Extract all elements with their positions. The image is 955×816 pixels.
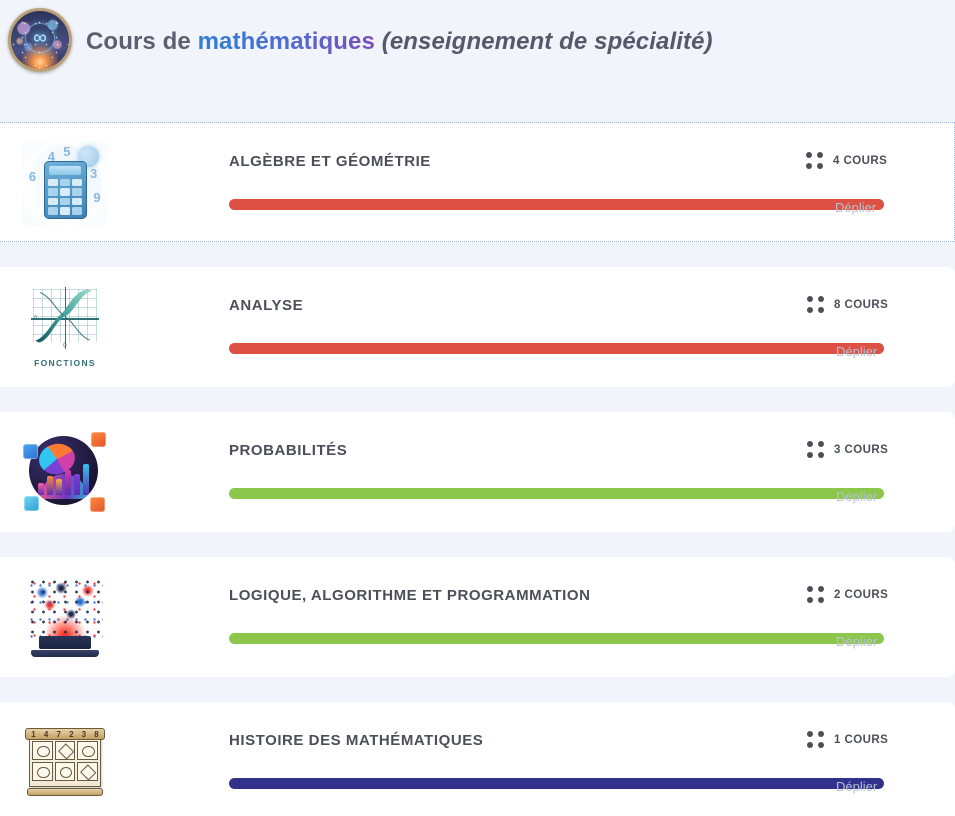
icon-caption: FONCTIONS — [34, 358, 96, 368]
grid-dots-icon — [807, 586, 824, 603]
course-count-label: 3 COURS — [834, 443, 889, 456]
course-section-meta: 8 COURS Déplier — [780, 267, 955, 387]
pie-chart-dice-art — [22, 429, 108, 515]
page-title: Cours de mathématiques (enseignement de … — [86, 26, 713, 57]
course-section-body: LOGIQUE, ALGORITHME ET PROGRAMMATION — [108, 557, 884, 677]
course-section-row[interactable]: 1 4 7 2 3 8 HISTOIRE DES MATHÉMATIQUES 1 COURS D… — [0, 702, 955, 816]
infinity-glyph: ∞ — [33, 27, 47, 49]
calculator-night-icon: 45639 — [22, 140, 108, 226]
course-count-label: 2 COURS — [834, 588, 889, 601]
course-count-label: 1 COURS — [834, 733, 889, 746]
expand-link[interactable]: Déplier — [836, 634, 877, 649]
expand-link[interactable]: Déplier — [836, 779, 877, 794]
pie-chart-dice-icon — [22, 429, 108, 515]
page-title-accent: mathématiques — [197, 28, 375, 55]
grid-dots-icon — [807, 296, 824, 313]
laptop-burst-icon — [22, 574, 108, 660]
course-section-row[interactable]: PROBABILITÉS 3 COURS Déplier — [0, 412, 955, 532]
expand-link[interactable]: Déplier — [835, 200, 876, 215]
course-section-meta: 3 COURS Déplier — [780, 412, 955, 532]
grid-dots-icon — [807, 441, 824, 458]
course-section-title: PROBABILITÉS — [229, 442, 348, 459]
grid-dots-icon — [806, 152, 823, 169]
ancient-scroll-art: 147238 — [22, 719, 108, 805]
grid-dots-icon — [807, 731, 824, 748]
ancient-scroll-icon: 147238 — [22, 719, 108, 805]
laptop-burst-art — [22, 574, 108, 660]
course-section-title: HISTOIRE DES MATHÉMATIQUES — [229, 732, 484, 749]
page-title-suffix: (enseignement de spécialité) — [374, 28, 713, 55]
course-section-meta: 1 COURS Déplier — [780, 702, 955, 816]
course-count-label: 8 COURS — [834, 298, 889, 311]
course-count: 4 COURS — [806, 152, 887, 169]
function-curve-icon: 0 0 FONCTIONS — [22, 284, 108, 370]
course-section-title: ALGÈBRE ET GÉOMÉTRIE — [229, 153, 431, 170]
calculator-night-art: 45639 — [22, 140, 108, 226]
course-section-body: PROBABILITÉS — [108, 412, 884, 532]
course-section-meta: 4 COURS Déplier — [779, 123, 954, 241]
page-title-prefix: Cours de — [86, 28, 198, 55]
cosmic-infinity-icon: ∞ — [8, 8, 72, 72]
course-section-row[interactable]: 0 0 FONCTIONS ANALYSE 8 COURS Déplier — [0, 267, 955, 387]
expand-link[interactable]: Déplier — [836, 489, 877, 504]
course-section-list: 4 5 6 3 9 ALGÈBRE ET GÉOMÉTRIE 4 COURS Déplier 0… — [0, 122, 955, 816]
course-count: 1 COURS — [807, 731, 888, 748]
course-count: 2 COURS — [807, 586, 888, 603]
course-section-body: HISTOIRE DES MATHÉMATIQUES — [108, 702, 884, 816]
course-count-label: 4 COURS — [833, 154, 888, 167]
course-section-title: LOGIQUE, ALGORITHME ET PROGRAMMATION — [229, 587, 591, 604]
course-section-body: ALGÈBRE ET GÉOMÉTRIE — [108, 123, 884, 241]
expand-link[interactable]: Déplier — [836, 344, 877, 359]
course-count: 3 COURS — [807, 441, 888, 458]
course-section-title: ANALYSE — [229, 297, 304, 314]
course-count: 8 COURS — [807, 296, 888, 313]
course-section-meta: 2 COURS Déplier — [780, 557, 955, 677]
page-header: ∞ Cours de mathématiques (enseignement d… — [0, 0, 955, 122]
function-curve-art: 0 0 FONCTIONS — [22, 284, 108, 370]
course-section-row[interactable]: 4 5 6 3 9 ALGÈBRE ET GÉOMÉTRIE 4 COURS Déplier — [0, 122, 955, 242]
course-section-row[interactable]: LOGIQUE, ALGORITHME ET PROGRAMMATION 2 CO… — [0, 557, 955, 677]
course-section-body: ANALYSE — [108, 267, 884, 387]
